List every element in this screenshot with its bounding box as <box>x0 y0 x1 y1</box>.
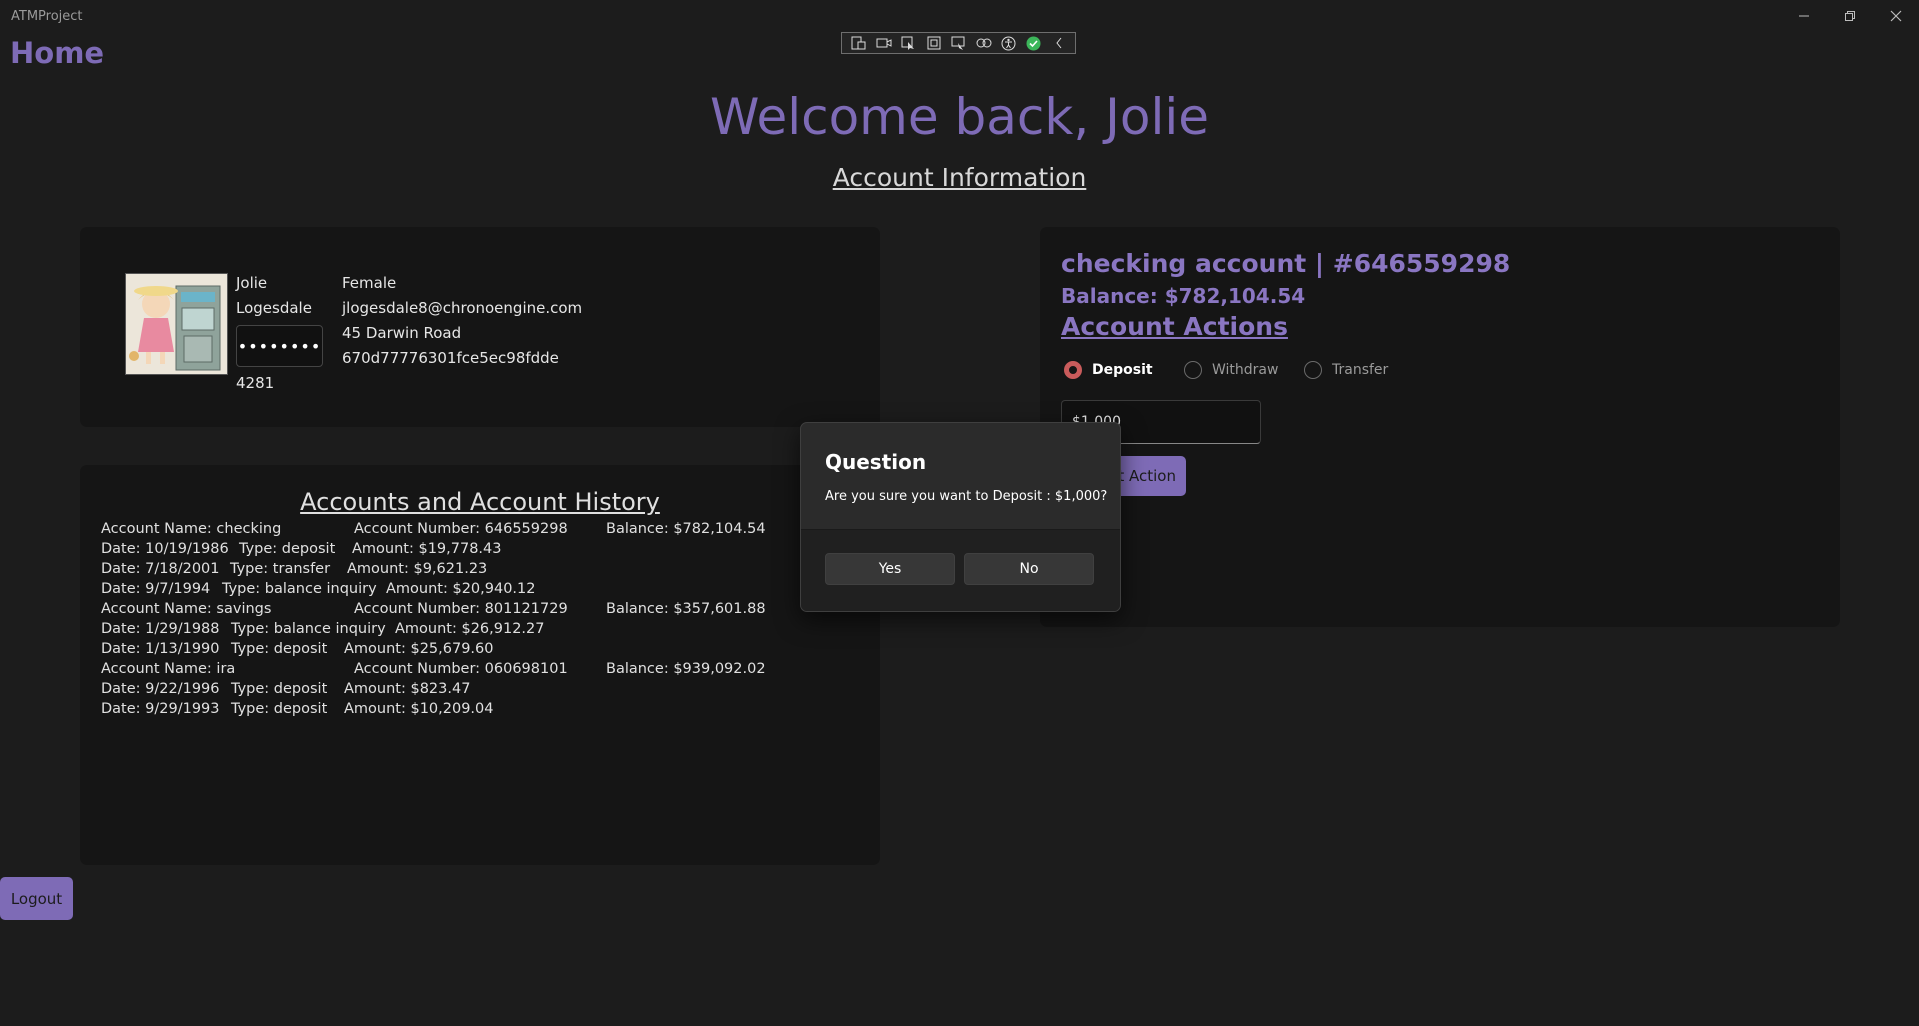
account-balance: Balance: $357,601.88 <box>606 601 766 617</box>
transaction-type: Type: transfer <box>230 561 331 577</box>
check-circle-icon[interactable] <box>1026 35 1042 51</box>
transaction-date: Date: 1/13/1990 <box>101 641 220 657</box>
transaction-type: Type: deposit <box>239 541 336 557</box>
transaction-date: Date: 9/22/1996 <box>101 681 220 697</box>
first-name-label: Jolie <box>236 274 268 292</box>
email-label: jlogesdale8@chronoengine.com <box>342 299 583 317</box>
last-name-label: Logesdale <box>236 299 312 317</box>
logout-button[interactable]: Logout <box>0 877 73 920</box>
transaction-date: Date: 9/29/1993 <box>101 701 220 717</box>
user-id-label: 670d77776301fce5ec98fdde <box>342 349 559 367</box>
radio-unselected-icon <box>1304 361 1322 379</box>
transaction-date: Date: 10/19/1986 <box>101 541 229 557</box>
display-layout-adorners-icon[interactable] <box>926 35 942 51</box>
account-name: Account Name: checking <box>101 521 282 537</box>
transaction-amount: Amount: $823.47 <box>344 681 471 697</box>
account-information-heading: Account Information <box>832 163 1087 192</box>
account-name: Account Name: savings <box>101 601 272 617</box>
account-number: Account Number: 646559298 <box>354 521 568 537</box>
selected-account-balance: Balance: $782,104.54 <box>1061 284 1306 308</box>
no-button[interactable]: No <box>964 553 1094 585</box>
account-name: Account Name: ira <box>101 661 236 677</box>
window-title: ATMProject <box>11 9 83 24</box>
video-icon[interactable] <box>876 35 892 51</box>
account-actions-heading: Account Actions <box>1061 312 1288 341</box>
deposit-radio[interactable]: Deposit <box>1064 361 1153 379</box>
radio-selected-icon <box>1064 361 1082 379</box>
withdraw-radio-label: Withdraw <box>1212 362 1279 378</box>
transaction-type: Type: balance inquiry <box>231 621 386 637</box>
close-icon[interactable] <box>1873 4 1919 28</box>
transaction-type: Type: deposit <box>231 701 328 717</box>
welcome-heading: Welcome back, Jolie <box>709 88 1210 146</box>
account-number: Account Number: 060698101 <box>354 661 568 677</box>
transaction-date: Date: 1/29/1988 <box>101 621 220 637</box>
accessibility-checker-icon[interactable] <box>1001 35 1017 51</box>
binding-failures-icon[interactable] <box>976 35 992 51</box>
transaction-type: Type: balance inquiry <box>222 581 377 597</box>
dialog-message: Are you sure you want to Deposit : $1,00… <box>825 489 1108 504</box>
transaction-date: Date: 7/18/2001 <box>101 561 220 577</box>
history-heading: Accounts and Account History <box>300 488 660 516</box>
transaction-amount: Amount: $9,621.23 <box>347 561 488 577</box>
account-balance: Balance: $782,104.54 <box>606 521 766 537</box>
select-element-icon[interactable] <box>901 35 917 51</box>
password-field[interactable]: •••••••• <box>236 325 323 367</box>
transaction-amount: Amount: $19,778.43 <box>352 541 502 557</box>
transaction-amount: Amount: $10,209.04 <box>344 701 494 717</box>
gender-label: Female <box>342 274 397 292</box>
radio-unselected-icon <box>1184 361 1202 379</box>
transfer-radio-label: Transfer <box>1332 362 1389 378</box>
deposit-radio-label: Deposit <box>1092 362 1153 378</box>
withdraw-radio[interactable]: Withdraw <box>1184 361 1278 379</box>
transaction-amount: Amount: $26,912.27 <box>395 621 545 637</box>
collapse-chevron-icon[interactable] <box>1051 35 1067 51</box>
transaction-date: Date: 9/7/1994 <box>101 581 211 597</box>
account-balance: Balance: $939,092.02 <box>606 661 766 677</box>
avatar <box>125 273 228 375</box>
yes-button[interactable]: Yes <box>825 553 955 585</box>
track-focus-icon[interactable] <box>951 35 967 51</box>
confirm-dialog: Question Are you sure you want to Deposi… <box>800 422 1121 612</box>
pin-label: 4281 <box>236 374 275 392</box>
transaction-amount: Amount: $25,679.60 <box>344 641 494 657</box>
account-number: Account Number: 801121729 <box>354 601 568 617</box>
live-visual-tree-icon[interactable] <box>851 35 867 51</box>
page-title: Home <box>10 36 105 70</box>
dialog-title: Question <box>825 450 927 474</box>
transfer-radio[interactable]: Transfer <box>1304 361 1388 379</box>
restore-icon[interactable] <box>1827 4 1873 28</box>
address-label: 45 Darwin Road <box>342 324 462 342</box>
transaction-amount: Amount: $20,940.12 <box>386 581 536 597</box>
transaction-type: Type: deposit <box>231 641 328 657</box>
minimize-icon[interactable] <box>1781 4 1827 28</box>
selected-account-title: checking account | #646559298 <box>1061 249 1511 278</box>
dialog-footer: Yes No <box>801 529 1120 611</box>
transaction-type: Type: deposit <box>231 681 328 697</box>
debug-toolbar <box>841 32 1076 54</box>
